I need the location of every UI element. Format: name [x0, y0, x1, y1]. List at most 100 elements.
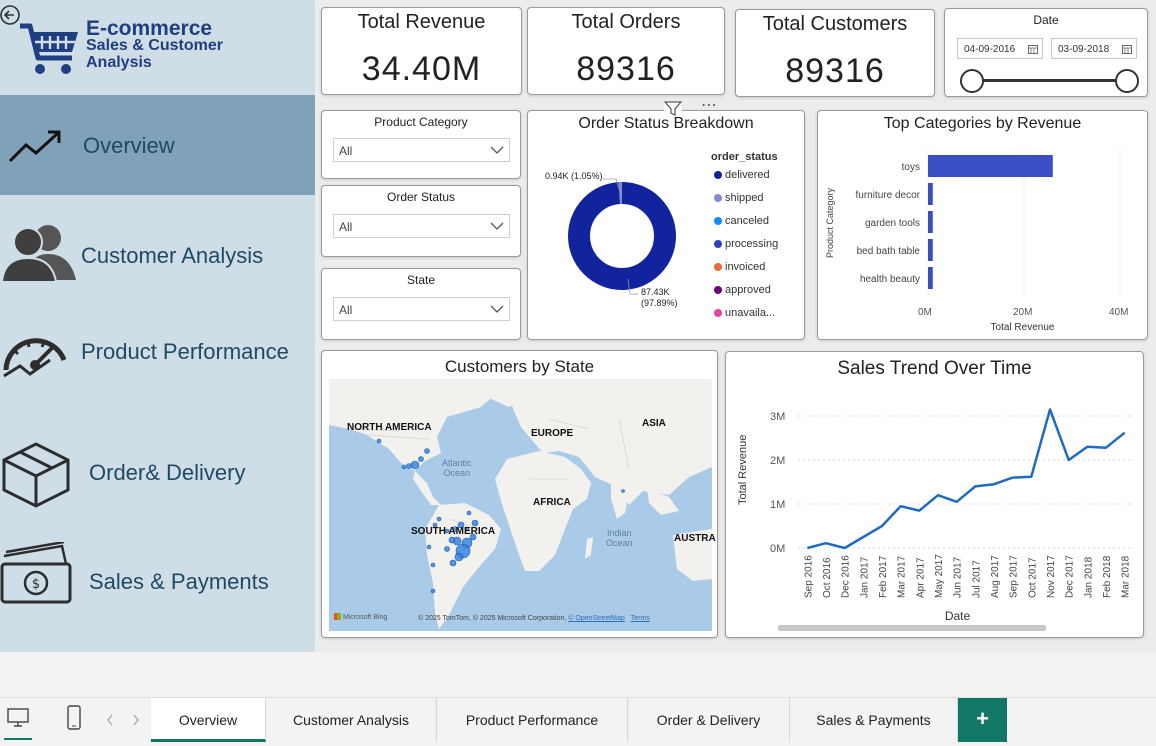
data-point[interactable]	[861, 535, 865, 539]
date-range-end-handle[interactable]	[1115, 69, 1139, 93]
date-slicer: Date 04-09-2016 03-09-2018	[944, 8, 1148, 97]
mobile-icon	[67, 705, 81, 730]
data-point[interactable]	[1011, 476, 1015, 480]
legend-label: processing	[725, 238, 779, 250]
data-point[interactable]	[1067, 458, 1071, 462]
nav-item-product-performance[interactable]: Product Performance	[0, 305, 315, 400]
world-map[interactable]	[329, 379, 712, 631]
legend-item[interactable]: processing	[714, 238, 778, 250]
ocean-word: Ocean	[606, 538, 633, 548]
data-point[interactable]	[1085, 445, 1089, 449]
data-point[interactable]	[824, 541, 828, 545]
slicer-product-category: Product Category All	[321, 110, 521, 179]
users-icon	[0, 225, 76, 283]
tab-label: Customer Analysis	[293, 712, 409, 728]
openstreetmap-link[interactable]: © OpenStreetMap	[568, 615, 625, 622]
tab-overview[interactable]: Overview	[151, 698, 266, 742]
nav-item-overview[interactable]: Overview	[0, 95, 315, 195]
data-point[interactable]	[973, 484, 977, 488]
date-range-start-handle[interactable]	[960, 69, 984, 93]
data-point[interactable]	[955, 500, 959, 504]
speedometer-icon	[3, 338, 67, 378]
slicer-order-status: Order Status All	[321, 185, 521, 257]
tab-customer-analysis[interactable]: Customer Analysis	[266, 698, 437, 742]
bar[interactable]	[928, 183, 933, 205]
legend-swatch	[714, 263, 722, 271]
x-tick-label: Oct 2017	[1027, 557, 1038, 598]
kpi-value: 34.40M	[361, 50, 482, 88]
end-date-value: 03-09-2018	[1058, 44, 1110, 55]
bar[interactable]	[928, 267, 933, 289]
data-point[interactable]	[992, 482, 996, 486]
bubble	[621, 489, 625, 493]
legend-item[interactable]: invoiced	[714, 261, 765, 273]
data-point[interactable]	[917, 509, 921, 513]
bar[interactable]	[928, 239, 933, 261]
add-page-button[interactable]: +	[958, 698, 1007, 742]
product-category-dropdown[interactable]: All	[333, 138, 510, 162]
prev-page-button[interactable]	[102, 712, 118, 728]
bar-chart: toys furniture decor garden tools bed bath …	[856, 149, 1121, 295]
map-provider-logo: Microsoft Bing	[334, 613, 387, 621]
legend-item[interactable]: canceled	[714, 215, 769, 227]
map-label-south-america: SOUTH AMERICA	[411, 526, 496, 537]
tab-product-performance[interactable]: Product Performance	[437, 698, 628, 742]
map-label-atlantic: Atlantic Ocean	[442, 458, 472, 478]
data-point[interactable]	[843, 546, 847, 550]
x-tick-label: Jan 2017	[859, 556, 870, 598]
chevron-down-icon	[490, 146, 504, 154]
date-slicer-title: Date	[1033, 13, 1059, 27]
nav-item-sales-payments[interactable]: $ Sales & Payments	[0, 530, 315, 630]
order-status-dropdown[interactable]: All	[333, 214, 510, 238]
x-tick-label: Sep 2017	[1009, 555, 1020, 598]
x-tick: 40M	[1109, 307, 1129, 318]
legend-label: unavaila...	[725, 307, 776, 319]
data-point[interactable]	[1029, 475, 1033, 479]
bubble	[454, 552, 464, 562]
legend-label: delivered	[725, 169, 770, 181]
state-dropdown[interactable]: All	[333, 297, 510, 321]
mobile-view-button[interactable]	[60, 698, 88, 742]
ocean-word: Ocean	[443, 468, 471, 478]
legend-item[interactable]: delivered	[714, 169, 770, 181]
data-point[interactable]	[1104, 446, 1108, 450]
x-tick-label: Jun 2017	[953, 556, 964, 598]
next-page-button[interactable]	[128, 712, 144, 728]
legend-item[interactable]: unavaila...	[714, 307, 775, 319]
report-page: E-commerce Sales & Customer Analysis Ove…	[0, 0, 1156, 652]
nav-item-order-delivery[interactable]: Order& Delivery	[0, 420, 315, 525]
bubble	[449, 559, 457, 567]
data-point[interactable]	[880, 524, 884, 528]
bar[interactable]	[928, 155, 1053, 177]
start-date-input[interactable]: 04-09-2016	[957, 38, 1043, 59]
date-range-track	[971, 79, 1127, 82]
nav-item-customer-analysis[interactable]: Customer Analysis	[0, 205, 315, 305]
data-point[interactable]	[936, 493, 940, 497]
x-axis-label: Date	[944, 609, 971, 623]
bar[interactable]	[928, 211, 933, 233]
data-point[interactable]	[1123, 431, 1127, 435]
data-point[interactable]	[805, 546, 809, 550]
data-point[interactable]	[1048, 407, 1052, 411]
tab-order-delivery[interactable]: Order & Delivery	[628, 698, 790, 742]
tab-sales-payments[interactable]: Sales & Payments	[790, 698, 958, 742]
svg-text:$: $	[32, 577, 40, 592]
horizontal-scrollbar[interactable]	[778, 625, 1046, 631]
bubble	[424, 448, 430, 454]
series-line[interactable]	[806, 408, 1126, 550]
legend-item[interactable]: shipped	[714, 192, 764, 204]
kpi-title: Total Orders	[571, 11, 681, 33]
customers-map-visual: Customers by State NORTH AMERICA EUROPE …	[321, 350, 718, 638]
donut-big-label-percent: (97.89%)	[641, 298, 678, 308]
map-label-australia: AUSTRA	[674, 533, 716, 544]
terms-link[interactable]: Terms	[631, 615, 650, 622]
data-point[interactable]	[899, 504, 903, 508]
x-tick-label: Dec 2017	[1065, 555, 1076, 598]
dropdown-value: All	[339, 303, 353, 317]
logo: E-commerce Sales & Customer Analysis	[0, 0, 315, 92]
y-tick-label: 1M	[770, 499, 785, 511]
end-date-input[interactable]: 03-09-2018	[1051, 38, 1137, 59]
desktop-view-button[interactable]	[0, 698, 36, 742]
nav-label: Customer Analysis	[81, 243, 264, 268]
legend-item[interactable]: approved	[714, 284, 771, 296]
